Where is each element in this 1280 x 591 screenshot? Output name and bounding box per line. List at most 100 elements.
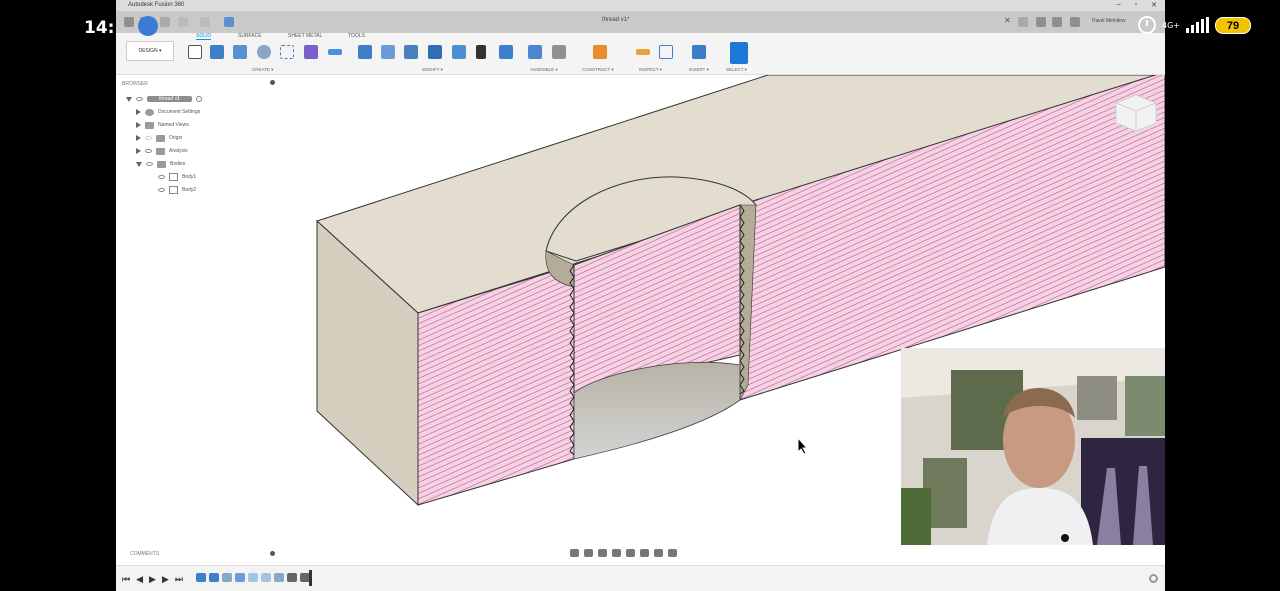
tab-solid[interactable]: SOLID: [196, 33, 212, 40]
sync-icon[interactable]: [224, 17, 234, 27]
extrude-icon[interactable]: [210, 45, 224, 59]
sweep-icon[interactable]: [257, 45, 271, 59]
active-radio-icon[interactable]: [195, 96, 202, 102]
visibility-icon[interactable]: [145, 136, 152, 140]
timeline-feature[interactable]: [287, 573, 297, 582]
document-tab[interactable]: thread v1*: [602, 17, 629, 23]
combine-icon[interactable]: [452, 45, 466, 59]
first-step-icon[interactable]: ⏮: [122, 574, 130, 585]
move-icon[interactable]: [476, 45, 486, 59]
navigation-bar: [570, 549, 677, 557]
visibility-icon[interactable]: [136, 97, 143, 101]
previous-step-icon[interactable]: ◀: [136, 574, 143, 585]
timeline-feature[interactable]: [209, 573, 219, 582]
tab-tools[interactable]: TOOLS: [348, 33, 365, 39]
fit-icon[interactable]: [626, 549, 635, 557]
browser-root[interactable]: thread v1: [126, 94, 202, 104]
shell-icon[interactable]: [428, 45, 442, 59]
look-at-icon[interactable]: [584, 549, 593, 557]
undo-icon[interactable]: [178, 17, 188, 27]
timeline-feature[interactable]: [222, 573, 232, 582]
save-icon[interactable]: [160, 17, 170, 27]
measure-icon[interactable]: [636, 49, 650, 55]
grid-icon[interactable]: [654, 549, 663, 557]
comments-pin-icon[interactable]: [270, 551, 275, 556]
notifications-icon[interactable]: [1052, 17, 1062, 27]
expand-icon[interactable]: [136, 109, 141, 115]
group-modify[interactable]: MODIFY ▾: [422, 67, 443, 73]
next-step-icon[interactable]: ▶: [162, 574, 169, 585]
phone-left-bar: [0, 0, 116, 591]
maximize-icon[interactable]: ▫: [1135, 1, 1137, 9]
insert-image-icon[interactable]: [692, 45, 706, 59]
minimize-icon[interactable]: –: [1117, 1, 1121, 9]
display-settings-icon[interactable]: [640, 549, 649, 557]
expand-icon[interactable]: [136, 135, 141, 141]
align-icon[interactable]: [499, 45, 513, 59]
group-create[interactable]: CREATE ▾: [252, 67, 273, 73]
browser-header: BROWSER: [122, 81, 148, 87]
group-construct[interactable]: CONSTRUCT ▾: [582, 67, 614, 73]
form-icon[interactable]: [304, 45, 318, 59]
gear-icon: [145, 108, 154, 116]
viewports-icon[interactable]: [668, 549, 677, 557]
timeline-feature[interactable]: [235, 573, 245, 582]
timeline-marker[interactable]: [309, 570, 312, 586]
pan-icon[interactable]: [598, 549, 607, 557]
new-component-icon[interactable]: [528, 45, 542, 59]
hole-icon[interactable]: [328, 49, 342, 55]
browser-item-document-settings[interactable]: Document Settings: [136, 107, 200, 117]
play-icon[interactable]: ▶: [149, 574, 156, 585]
help-icon[interactable]: [1070, 17, 1080, 27]
group-inspect[interactable]: INSPECT ▾: [639, 67, 662, 73]
browser-item-analysis[interactable]: Analysis: [136, 146, 188, 156]
browser-item-bodies[interactable]: Bodies: [136, 159, 185, 169]
browser-item-body2[interactable]: Body2: [158, 185, 196, 195]
box-icon[interactable]: [280, 45, 294, 59]
timeline-feature[interactable]: [196, 573, 206, 582]
browser-item-named-views[interactable]: Named Views: [136, 120, 189, 130]
revolve-icon[interactable]: [233, 45, 247, 59]
expand-icon[interactable]: [136, 122, 141, 128]
tab-close-icon[interactable]: ✕: [1004, 16, 1011, 25]
browser-item-origin[interactable]: Origin: [136, 133, 182, 143]
view-cube[interactable]: [1115, 94, 1157, 132]
visibility-icon[interactable]: [145, 149, 152, 153]
last-step-icon[interactable]: ⏭: [175, 574, 183, 585]
interference-icon[interactable]: [659, 45, 673, 59]
timeline-feature[interactable]: [261, 573, 271, 582]
redo-icon[interactable]: [200, 17, 210, 27]
group-select[interactable]: SELECT ▾: [726, 67, 747, 73]
timeline-feature[interactable]: [248, 573, 258, 582]
user-name[interactable]: Pavel Melnikov: [1092, 18, 1126, 24]
workspace-switcher[interactable]: DESIGN ▾: [126, 41, 174, 61]
comments-header[interactable]: COMMENTS: [130, 551, 159, 557]
create-sketch-icon[interactable]: [188, 45, 202, 59]
job-status-icon[interactable]: [1036, 17, 1046, 27]
close-icon[interactable]: ✕: [1151, 1, 1157, 9]
press-pull-icon[interactable]: [358, 45, 372, 59]
select-icon[interactable]: [730, 42, 748, 64]
tab-sheet-metal[interactable]: SHEET METAL: [288, 33, 322, 39]
offset-plane-icon[interactable]: [593, 45, 607, 59]
collapse-icon[interactable]: [126, 96, 132, 102]
chamfer-icon[interactable]: [404, 45, 418, 59]
tab-surface[interactable]: SURFACE: [238, 33, 262, 39]
zoom-icon[interactable]: [612, 549, 621, 557]
browser-pin-icon[interactable]: [270, 80, 275, 85]
browser-item-body1[interactable]: Body1: [158, 172, 196, 182]
joint-icon[interactable]: [552, 45, 566, 59]
timeline-settings-icon[interactable]: [1149, 574, 1158, 583]
orbit-icon[interactable]: [570, 549, 579, 557]
visibility-icon[interactable]: [158, 175, 165, 179]
app-menu-icon[interactable]: [124, 17, 134, 27]
group-assemble[interactable]: ASSEMBLE ▾: [530, 67, 558, 73]
collapse-icon[interactable]: [136, 161, 142, 167]
timeline-feature[interactable]: [274, 573, 284, 582]
expand-icon[interactable]: [136, 148, 141, 154]
visibility-icon[interactable]: [146, 162, 153, 166]
group-insert[interactable]: INSERT ▾: [689, 67, 709, 73]
visibility-icon[interactable]: [158, 188, 165, 192]
new-tab-icon[interactable]: [1018, 17, 1028, 27]
fillet-icon[interactable]: [381, 45, 395, 59]
